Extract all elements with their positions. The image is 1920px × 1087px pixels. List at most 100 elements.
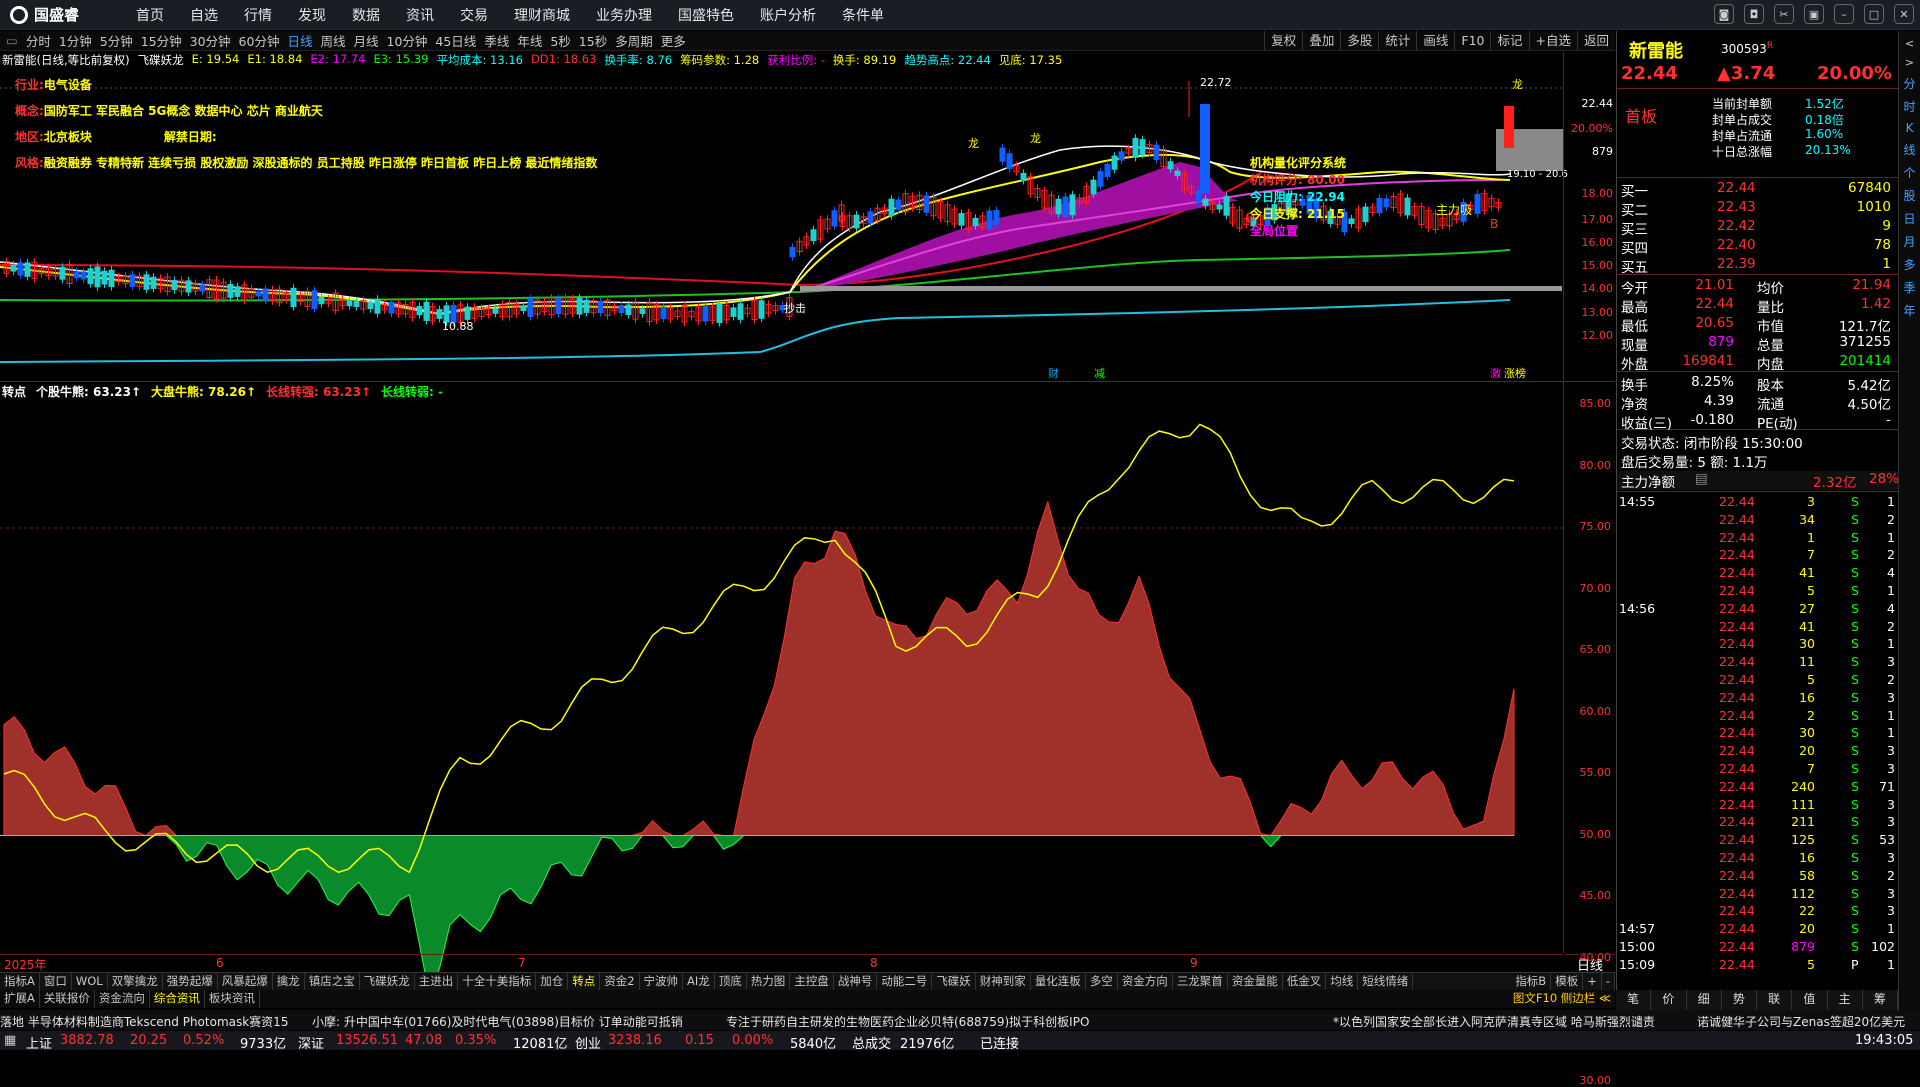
side-button-9[interactable]: 月 — [1903, 233, 1915, 250]
info-tab-2[interactable]: 资金流向 — [95, 990, 150, 1008]
bid-row[interactable]: 买一 22.44 67840 — [1617, 180, 1899, 200]
tool-button-5[interactable]: F10 — [1454, 31, 1490, 51]
top-menu-item-0[interactable]: 首页 — [136, 5, 164, 25]
side-button-0[interactable]: < — [1905, 37, 1914, 50]
top-menu-item-4[interactable]: 数据 — [352, 5, 380, 25]
top-menu-item-9[interactable]: 国盛特色 — [678, 5, 734, 25]
side-button-2[interactable]: 分 — [1903, 75, 1915, 92]
news-item-0[interactable]: 落地 半导体材料制造商Tekscend Photomask赛资15 — [0, 1013, 288, 1030]
indicator-tab-5[interactable]: 风暴起爆 — [218, 973, 273, 990]
period-0[interactable]: 分时 — [26, 31, 51, 50]
top-menu-item-10[interactable]: 账户分析 — [760, 5, 816, 25]
tool-button-6[interactable]: 标记 — [1490, 31, 1528, 51]
indicator-tab-27[interactable]: 资金量能 — [1228, 973, 1283, 990]
indicator-tab-28[interactable]: 低金叉 — [1283, 973, 1327, 990]
info-tab-4[interactable]: 板块资讯 — [205, 990, 260, 1008]
bid-row[interactable]: 买四 22.40 78 — [1617, 237, 1899, 257]
indicator-tab-8[interactable]: 飞碟妖龙 — [360, 973, 415, 990]
top-menu-item-2[interactable]: 行情 — [244, 5, 272, 25]
period-7[interactable]: 周线 — [320, 31, 345, 50]
news-item-3[interactable]: *以色列国家安全部长进入阿克萨清真寺区域 哈马斯强烈谴责 — [1333, 1013, 1655, 1030]
indicator-tab-23[interactable]: 量化连板 — [1031, 973, 1086, 990]
oscillator-chart[interactable] — [0, 381, 1615, 972]
indicator-tab-30[interactable]: 短线情绪 — [1358, 973, 1414, 990]
top-menu-item-11[interactable]: 条件单 — [842, 5, 884, 25]
side-button-4[interactable]: K — [1906, 121, 1914, 135]
close-icon[interactable]: ✕ — [1894, 4, 1914, 24]
side-button-11[interactable]: 季 — [1903, 279, 1915, 296]
indicator-tab-13[interactable]: 资金2 — [600, 973, 640, 990]
indicator-tab-right-3[interactable]: - — [1602, 973, 1615, 990]
indicator-tab-0[interactable]: 指标A — [0, 973, 40, 990]
indicator-tab-16[interactable]: 顶底 — [715, 973, 747, 990]
bid-row[interactable]: 买三 22.42 9 — [1617, 218, 1899, 238]
indicator-tab-11[interactable]: 加仓 — [536, 973, 569, 990]
indicator-tab-15[interactable]: AI龙 — [683, 973, 715, 990]
info-tab-0[interactable]: 扩展A — [0, 990, 40, 1008]
tool-button-3[interactable]: 统计 — [1378, 31, 1416, 51]
indicator-tab-7[interactable]: 镇店之宝 — [305, 973, 360, 990]
quote-tab-4[interactable]: 联 — [1757, 990, 1793, 1010]
indicator-tab-right-2[interactable]: + — [1583, 973, 1602, 990]
info-tab-3[interactable]: 综合资讯 — [150, 990, 205, 1008]
indicator-tab-6[interactable]: 擒龙 — [273, 973, 305, 990]
bell-icon[interactable]: ◘ — [1744, 4, 1764, 24]
quote-tab-3[interactable]: 势 — [1722, 990, 1757, 1010]
period-2[interactable]: 5分钟 — [100, 31, 133, 50]
period-15[interactable]: 多周期 — [615, 31, 653, 50]
quote-tab-2[interactable]: 细 — [1687, 990, 1722, 1010]
top-menu-item-6[interactable]: 交易 — [460, 5, 488, 25]
layout-icon[interactable]: ▭ — [6, 33, 18, 48]
side-button-3[interactable]: 时 — [1903, 98, 1915, 115]
indicator-tab-2[interactable]: WOL — [72, 973, 108, 990]
indicator-tab-25[interactable]: 资金方向 — [1118, 973, 1173, 990]
indicator-tab-14[interactable]: 宁波帅 — [640, 973, 684, 990]
news-item-4[interactable]: 诺诚健华子公司与Zenas签超20亿美元 — [1697, 1013, 1905, 1030]
bid-row[interactable]: 买二 22.43 1010 — [1617, 199, 1899, 219]
expand-icon[interactable]: ▤ — [1695, 471, 1708, 487]
news-item-2[interactable]: 专注于研药自主研发的生物医药企业必贝特(688759)拟于科创板IPO — [726, 1013, 1089, 1030]
period-6[interactable]: 日线 — [287, 31, 312, 50]
period-8[interactable]: 月线 — [353, 31, 378, 50]
indicator-tab-3[interactable]: 双擎擒龙 — [108, 973, 163, 990]
news-item-1[interactable]: 小摩: 升中国中车(01766)及时代电气(03898)目标价 订单动能可抵销 — [312, 1013, 683, 1030]
period-4[interactable]: 30分钟 — [190, 31, 231, 50]
top-menu-item-7[interactable]: 理财商城 — [514, 5, 570, 25]
quote-tab-5[interactable]: 值 — [1792, 990, 1828, 1010]
quote-tab-6[interactable]: 主 — [1828, 990, 1863, 1010]
side-button-5[interactable]: 线 — [1903, 141, 1915, 158]
side-button-8[interactable]: 日 — [1903, 210, 1915, 227]
period-5[interactable]: 60分钟 — [239, 31, 280, 50]
side-button-6[interactable]: 个 — [1903, 164, 1915, 181]
indicator-tab-right-1[interactable]: 模板 — [1551, 973, 1584, 990]
minimize-icon[interactable]: – — [1834, 4, 1854, 24]
indicator-tab-12[interactable]: 转点 — [568, 973, 601, 990]
indicator-tab-1[interactable]: 窗口 — [40, 973, 72, 990]
side-button-7[interactable]: 股 — [1903, 187, 1915, 204]
indicator-tab-18[interactable]: 主控盘 — [790, 973, 834, 990]
indicator-tab-4[interactable]: 强势起爆 — [163, 973, 218, 990]
indicator-tab-29[interactable]: 均线 — [1326, 973, 1359, 990]
info-tab-1[interactable]: 关联报价 — [40, 990, 95, 1008]
indicator-tab-24[interactable]: 多空 — [1086, 973, 1118, 990]
period-10[interactable]: 45日线 — [435, 31, 476, 50]
indicator-tab-20[interactable]: 动能二号 — [877, 973, 933, 990]
top-menu-item-3[interactable]: 发现 — [298, 5, 326, 25]
top-menu-item-8[interactable]: 业务办理 — [596, 5, 652, 25]
side-button-12[interactable]: 年 — [1903, 302, 1915, 319]
top-menu-item-1[interactable]: 自选 — [190, 5, 218, 25]
indicator-tab-22[interactable]: 财神到家 — [976, 973, 1031, 990]
tool-button-2[interactable]: 多股 — [1340, 31, 1378, 51]
period-9[interactable]: 10分钟 — [387, 31, 428, 50]
bid-row[interactable]: 买五 22.39 1 — [1617, 256, 1899, 276]
period-1[interactable]: 1分钟 — [59, 31, 92, 50]
period-3[interactable]: 15分钟 — [141, 31, 182, 50]
quote-tab-7[interactable]: 筹 — [1863, 990, 1898, 1010]
indicator-tab-26[interactable]: 三龙聚首 — [1173, 973, 1228, 990]
period-14[interactable]: 15秒 — [579, 31, 607, 50]
tool-button-7[interactable]: +自选 — [1528, 31, 1577, 51]
side-button-1[interactable]: > — [1905, 56, 1914, 69]
indicator-tab-21[interactable]: 飞碟妖 — [932, 973, 976, 990]
period-11[interactable]: 季线 — [484, 31, 509, 50]
period-13[interactable]: 5秒 — [550, 31, 570, 50]
